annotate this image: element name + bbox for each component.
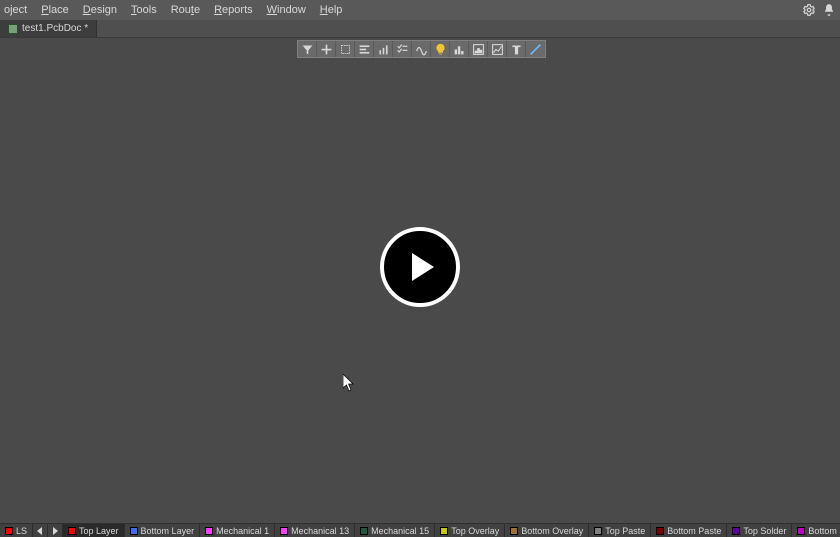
layer-prev-button[interactable] <box>33 524 48 537</box>
layer-color-swatch <box>130 527 138 535</box>
layer-color-swatch <box>280 527 288 535</box>
menu-list: oject Place Design Tools Route Reports Window H… <box>4 4 342 16</box>
layer-tab-label: Mechanical 1 <box>216 526 269 536</box>
checklist-icon[interactable] <box>393 41 412 57</box>
layer-color-swatch <box>797 527 805 535</box>
menu-tools[interactable]: Tools <box>131 4 157 16</box>
layer-tab-bar: LS Top Layer Bottom Layer Mechanical 1 Mech… <box>0 523 840 537</box>
layer-tab[interactable]: Top Layer <box>63 524 125 537</box>
layer-color-swatch <box>594 527 602 535</box>
layer-color-swatch <box>732 527 740 535</box>
layer-tab[interactable]: Bottom Layer <box>125 524 201 537</box>
layer-tab-label: Top Layer <box>79 526 119 536</box>
layer-tab-label: Top Solder <box>743 526 786 536</box>
layer-color-swatch <box>440 527 448 535</box>
layer-tab-label: Bottom Overlay <box>521 526 583 536</box>
filter-icon[interactable] <box>298 41 317 57</box>
layer-color-swatch <box>205 527 213 535</box>
line-icon[interactable] <box>526 41 545 57</box>
menu-oject[interactable]: oject <box>4 4 27 16</box>
wave-icon[interactable] <box>412 41 431 57</box>
bar-chart-icon[interactable] <box>450 41 469 57</box>
lightbulb-icon[interactable] <box>431 41 450 57</box>
layer-tab[interactable]: Bottom Solder <box>792 524 840 537</box>
menu-place[interactable]: Place <box>41 4 69 16</box>
layer-color-swatch <box>656 527 664 535</box>
layer-tab-label: Bottom Layer <box>141 526 195 536</box>
menu-bar: oject Place Design Tools Route Reports Window H… <box>0 0 840 20</box>
align-icon[interactable] <box>355 41 374 57</box>
menu-help[interactable]: Help <box>320 4 343 16</box>
trend-icon[interactable] <box>488 41 507 57</box>
histogram-icon[interactable] <box>469 41 488 57</box>
layer-set-selector[interactable]: LS <box>0 524 33 537</box>
text-icon[interactable] <box>507 41 526 57</box>
active-bar-toolbar <box>297 40 546 58</box>
layer-tab[interactable]: Bottom Overlay <box>505 524 589 537</box>
bell-icon[interactable] <box>822 3 836 17</box>
gear-icon[interactable] <box>802 3 816 17</box>
layer-tab[interactable]: Mechanical 13 <box>275 524 355 537</box>
layer-set-swatch <box>5 527 13 535</box>
selection-icon[interactable] <box>336 41 355 57</box>
snap-grid-icon[interactable] <box>374 41 393 57</box>
menu-route[interactable]: Route <box>171 4 200 16</box>
pcb-doc-icon <box>8 24 18 34</box>
layer-tab-label: Top Paste <box>605 526 645 536</box>
layer-tab[interactable]: Top Solder <box>727 524 792 537</box>
layer-tab-label: Mechanical 15 <box>371 526 429 536</box>
menu-window[interactable]: Window <box>267 4 306 16</box>
layer-tab[interactable]: Mechanical 15 <box>355 524 435 537</box>
menu-design[interactable]: Design <box>83 4 117 16</box>
document-tab-strip: test1.PcbDoc * <box>0 20 840 38</box>
layer-tab-label: Bottom Paste <box>667 526 721 536</box>
layer-color-swatch <box>360 527 368 535</box>
layer-tab[interactable]: Top Overlay <box>435 524 505 537</box>
document-tab[interactable]: test1.PcbDoc * <box>0 20 97 37</box>
layer-color-swatch <box>68 527 76 535</box>
plus-icon[interactable] <box>317 41 336 57</box>
layer-set-label: LS <box>16 526 27 536</box>
layer-tab[interactable]: Bottom Paste <box>651 524 727 537</box>
layer-tab-label: Top Overlay <box>451 526 499 536</box>
video-play-button[interactable] <box>380 227 460 307</box>
menu-reports[interactable]: Reports <box>214 4 253 16</box>
document-tab-title: test1.PcbDoc * <box>22 23 88 34</box>
layer-tab[interactable]: Top Paste <box>589 524 651 537</box>
layer-tab-label: Mechanical 13 <box>291 526 349 536</box>
layer-next-button[interactable] <box>48 524 63 537</box>
layer-tab[interactable]: Mechanical 1 <box>200 524 275 537</box>
play-icon <box>412 253 434 281</box>
layer-tab-label: Bottom Solder <box>808 526 840 536</box>
layer-color-swatch <box>510 527 518 535</box>
